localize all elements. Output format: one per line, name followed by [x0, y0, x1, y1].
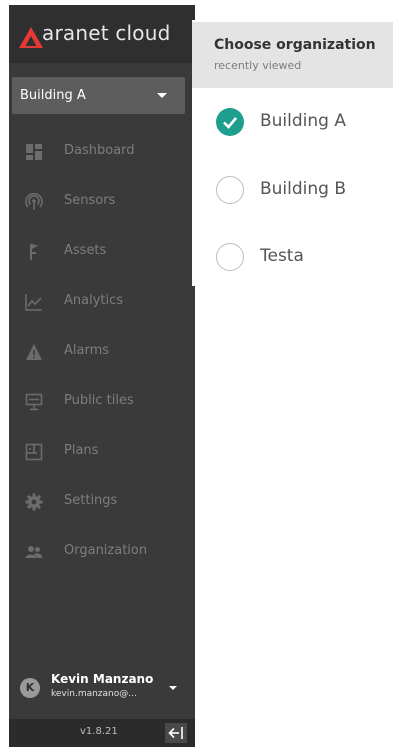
nav-label: Public tiles — [64, 393, 134, 408]
radio-unchecked[interactable] — [216, 243, 244, 271]
analytics-icon — [25, 294, 42, 311]
aranet-logo-icon — [19, 27, 43, 48]
alarm-icon — [26, 344, 42, 360]
dashboard-icon — [26, 144, 42, 160]
user-email: kevin.manzano@... — [51, 689, 137, 699]
version-label: v1.8.21 — [80, 726, 118, 737]
logo[interactable]: aranet cloud — [9, 5, 195, 63]
checkmark-icon — [223, 117, 237, 129]
nav-label: Alarms — [64, 343, 110, 358]
user-name: Kevin Manzano — [51, 672, 154, 686]
gear-icon — [25, 493, 43, 511]
collapse-arrow-icon — [168, 727, 183, 739]
sidebar-footer: v1.8.21 — [9, 719, 195, 747]
nav-item-plans[interactable]: Plans — [9, 431, 195, 471]
organization-option-testa[interactable]: Testa — [192, 235, 393, 281]
organization-option-label: Building A — [260, 111, 346, 131]
organization-option-label: Testa — [260, 246, 304, 266]
nav-item-assets[interactable]: Assets — [9, 231, 195, 271]
chevron-down-icon — [169, 686, 177, 690]
nav-label: Settings — [64, 493, 118, 508]
nav-label: Assets — [64, 243, 107, 258]
people-icon — [25, 546, 43, 558]
nav-item-analytics[interactable]: Analytics — [9, 281, 195, 321]
organization-select[interactable]: Building A — [12, 77, 185, 114]
panel-subtitle: recently viewed — [214, 59, 302, 72]
radio-checked[interactable] — [216, 108, 244, 136]
organization-select-value: Building A — [20, 88, 86, 103]
panel-header: Choose organization recently viewed — [192, 22, 393, 88]
public-tiles-icon — [25, 393, 43, 411]
nav-label: Dashboard — [64, 143, 135, 158]
collapse-sidebar-button[interactable] — [165, 723, 187, 743]
nav-item-organization[interactable]: Organization — [9, 531, 195, 571]
nav-item-sensors[interactable]: Sensors — [9, 181, 195, 221]
nav-item-settings[interactable]: Settings — [9, 481, 195, 521]
panel-title: Choose organization — [214, 37, 376, 53]
nav-label: Sensors — [64, 193, 116, 208]
nav-label: Organization — [64, 543, 148, 558]
nav-item-dashboard[interactable]: Dashboard — [9, 131, 195, 171]
chevron-down-icon — [157, 93, 167, 98]
user-menu[interactable]: K Kevin Manzano kevin.manzano@... — [9, 661, 195, 711]
organization-chooser-panel: Choose organization recently viewed Buil… — [192, 20, 393, 286]
nav-label: Plans — [64, 443, 99, 458]
radio-unchecked[interactable] — [216, 176, 244, 204]
organization-option-label: Building B — [260, 179, 347, 199]
avatar: K — [20, 678, 40, 698]
nav-label: Analytics — [64, 293, 124, 308]
logo-text: aranet cloud — [42, 21, 171, 45]
organization-option-building-b[interactable]: Building B — [192, 168, 393, 214]
sidebar: aranet cloud Building A Dashboard Sensor… — [9, 5, 195, 747]
nav-item-public-tiles[interactable]: Public tiles — [9, 381, 195, 421]
sensors-icon — [25, 193, 43, 210]
organization-option-building-a[interactable]: Building A — [192, 100, 393, 146]
nav-item-alarms[interactable]: Alarms — [9, 331, 195, 371]
assets-icon — [30, 244, 38, 260]
plans-icon — [25, 443, 43, 461]
